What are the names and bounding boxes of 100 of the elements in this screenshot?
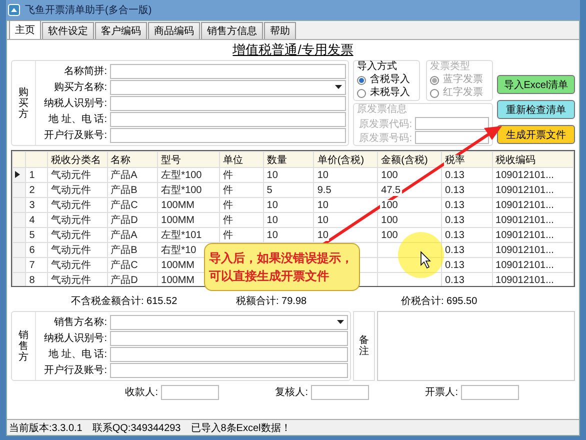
column-header: 数量 (263, 152, 314, 168)
window-title: 飞鱼开票清单助手(多合一版) (25, 4, 152, 17)
action-button[interactable]: 重新检查清单 (497, 100, 575, 119)
current-row-icon (15, 170, 20, 178)
column-header: 单价(含税) (314, 152, 378, 168)
table-cell: 100MM (158, 212, 220, 228)
table-cell: 3 (26, 198, 48, 212)
table-cell: 气动元件 (48, 258, 108, 272)
input-field[interactable] (110, 346, 348, 362)
table-cell: 0.13 (441, 242, 492, 258)
table-cell: 气动元件 (48, 242, 108, 258)
input-field[interactable] (110, 112, 346, 126)
group-title: 导入方式 (357, 61, 398, 73)
field-label: 开票人: (424, 386, 459, 399)
table-cell: 109012101... (492, 272, 574, 286)
table-cell: 气动元件 (48, 272, 108, 286)
column-header: 金额(含税) (378, 152, 442, 168)
radio-button[interactable] (357, 88, 366, 98)
caret-icon (335, 85, 342, 89)
caret-icon (337, 320, 344, 324)
table-cell: 5 (26, 228, 48, 242)
table-cell: 1 (26, 168, 48, 182)
table-cell: 100 (378, 198, 442, 212)
column-header: 税收分类名 (48, 152, 108, 168)
table-cell: 0.13 (441, 182, 492, 198)
group-title: 原发票信息 (357, 104, 408, 116)
table-cell: 4 (26, 212, 48, 228)
input-field[interactable] (311, 384, 369, 400)
table-cell: 10 (314, 228, 378, 242)
dropdown-field[interactable] (110, 314, 348, 330)
table-cell: 10 (314, 212, 378, 228)
field-label: 开户行及账号: (43, 364, 108, 377)
input-field[interactable] (110, 64, 346, 78)
column-header: 税收编码 (492, 152, 574, 168)
remark-field[interactable] (377, 311, 575, 381)
table-cell: 10 (263, 212, 314, 228)
tab[interactable]: 客户编码 (95, 22, 147, 39)
total-text: 税额合计: 79.98 (236, 294, 308, 308)
table-cell: 100MM (158, 198, 220, 212)
table-cell: 产品B (107, 242, 158, 258)
table-cell: 产品A (107, 168, 158, 182)
tab[interactable]: 主页 (9, 20, 41, 39)
table-cell: 0.13 (441, 198, 492, 212)
input-field[interactable] (110, 330, 348, 346)
field-label: 纳税人识别号: (43, 332, 108, 345)
field-label: 地 址、电 话: (48, 348, 108, 361)
action-button[interactable]: 生成开票文件 (497, 125, 575, 144)
total-text: 价税合计: 695.50 (401, 294, 478, 308)
table-cell: 0.13 (441, 168, 492, 182)
table-cell: 左型*101 (158, 228, 220, 242)
tab[interactable]: 销售方信息 (201, 22, 263, 39)
input-field[interactable] (110, 96, 346, 110)
column-header: 名称 (107, 152, 158, 168)
column-header: 型号 (158, 152, 220, 168)
input-field[interactable] (461, 384, 519, 400)
cursor-highlight (398, 232, 444, 278)
table-cell: 气动元件 (48, 168, 108, 182)
tab[interactable]: 软件设定 (42, 22, 94, 39)
table-cell: 气动元件 (48, 228, 108, 242)
table-cell: 0.13 (441, 228, 492, 242)
table-cell: 产品D (107, 272, 158, 286)
field-label: 收款人: (124, 386, 159, 399)
table-cell: 件 (219, 182, 264, 198)
table-cell: 109012101... (492, 182, 574, 198)
mouse-cursor-icon (420, 251, 431, 269)
row-header[interactable] (12, 168, 26, 182)
input-field[interactable] (161, 384, 219, 400)
field-label: 购买方名称: (53, 80, 108, 94)
column-header: 单位 (219, 152, 264, 168)
input-field[interactable] (110, 128, 346, 142)
side-label: 销售方 (18, 330, 28, 362)
table-cell: 109012101... (492, 198, 574, 212)
table-cell: 0.13 (441, 212, 492, 228)
table-cell: 9.5 (314, 182, 378, 198)
table-cell: 产品A (107, 228, 158, 242)
table-cell: 件 (219, 168, 264, 182)
table-cell: 109012101... (492, 228, 574, 242)
radio-option[interactable]: 含税导入 (357, 74, 416, 86)
group-title: 发票类型 (430, 61, 471, 73)
table-cell: 10 (314, 198, 378, 212)
field-label: 复核人: (274, 386, 309, 399)
dropdown-field[interactable] (110, 80, 346, 94)
tab[interactable]: 商品编码 (148, 22, 200, 39)
table-cell: 左型*100 (158, 168, 220, 182)
field-label: 名称简拼: (63, 65, 108, 78)
table-cell: 7 (26, 258, 48, 272)
table-cell: 产品D (107, 212, 158, 228)
radio-option[interactable]: 未税导入 (357, 87, 416, 99)
table-cell: 100 (378, 168, 442, 182)
table-cell: 109012101... (492, 258, 574, 272)
input-field[interactable] (110, 362, 348, 378)
total-text: 不含税金额合计: 615.52 (71, 294, 178, 308)
table-cell: 109012101... (492, 168, 574, 182)
field-label: 原发票号码: (358, 132, 413, 144)
action-button[interactable]: 导入Excel清单 (497, 75, 575, 94)
table-cell: 产品B (107, 182, 158, 198)
tab[interactable]: 帮助 (264, 22, 296, 39)
table-cell: 件 (219, 212, 264, 228)
table-cell: 10 (314, 168, 378, 182)
radio-button[interactable] (357, 76, 366, 84)
